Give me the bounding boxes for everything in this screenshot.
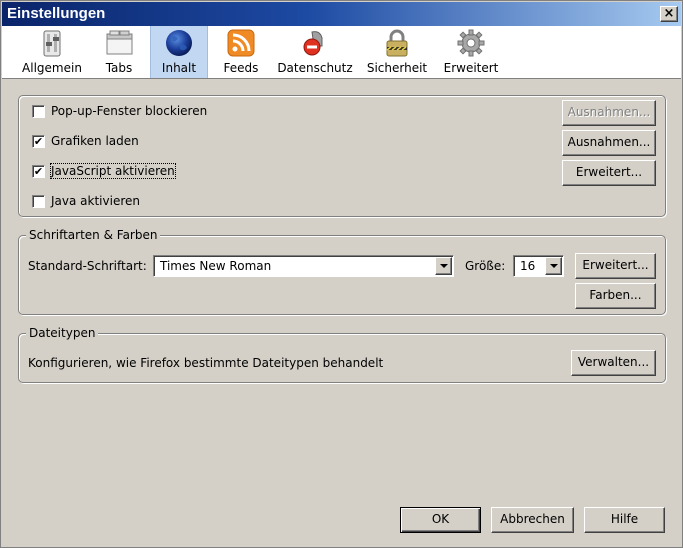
fonts-advanced-button[interactable]: Erweitert... bbox=[575, 253, 656, 279]
tab-feeds[interactable]: Feeds bbox=[210, 26, 272, 78]
tab-label: Sicherheit bbox=[366, 61, 428, 75]
file-types-description: Konfigurieren, wie Firefox bestimmte Dat… bbox=[28, 356, 384, 370]
enable-java-checkbox[interactable]: Java aktivieren bbox=[32, 193, 232, 211]
checkbox-box[interactable] bbox=[32, 105, 45, 118]
tab-label: Inhalt bbox=[161, 61, 197, 75]
font-size-select[interactable]: 16 bbox=[513, 255, 564, 277]
preferences-toolbar: Allgemein Tabs Inhalt Feeds Datenschutz … bbox=[2, 26, 681, 79]
font-size-value: 16 bbox=[520, 259, 536, 273]
content-options-group: Pop-up-Fenster blockieren Ausnahmen... ✔… bbox=[18, 95, 666, 217]
checkmark-icon: ✔ bbox=[33, 135, 44, 148]
popup-exceptions-button[interactable]: Ausnahmen... bbox=[562, 100, 656, 126]
tab-allgemein[interactable]: Allgemein bbox=[16, 26, 88, 78]
default-font-label: Standard-Schriftart: bbox=[28, 259, 147, 273]
checkbox-box[interactable]: ✔ bbox=[32, 165, 45, 178]
window-title: Einstellungen bbox=[7, 5, 106, 22]
no-entry-mask-icon bbox=[303, 31, 323, 56]
tabs-window-icon bbox=[106, 30, 133, 55]
default-font-value: Times New Roman bbox=[160, 259, 272, 273]
popup-blocker-label: Pop-up-Fenster blockieren bbox=[51, 104, 208, 118]
popup-blocker-checkbox[interactable]: Pop-up-Fenster blockieren bbox=[32, 103, 232, 121]
preferences-window: Einstellungen × Allgemein Tabs Inhalt Fe… bbox=[0, 0, 683, 548]
rss-feed-icon bbox=[227, 29, 255, 57]
checkmark-icon: ✔ bbox=[33, 165, 44, 178]
enable-javascript-label: JavaScript aktivieren bbox=[50, 163, 176, 179]
tab-tabs[interactable]: Tabs bbox=[90, 26, 148, 78]
default-font-select[interactable]: Times New Roman bbox=[153, 255, 454, 277]
cancel-button[interactable]: Abbrechen bbox=[491, 507, 574, 533]
fonts-colors-legend: Schriftarten & Farben bbox=[26, 228, 161, 242]
load-images-checkbox[interactable]: ✔ Grafiken laden bbox=[32, 133, 232, 151]
fonts-colors-group: Schriftarten & Farben Standard-Schriftar… bbox=[18, 228, 666, 315]
tab-label: Feeds bbox=[223, 61, 259, 75]
enable-java-label: Java aktivieren bbox=[51, 194, 140, 208]
checkbox-box[interactable]: ✔ bbox=[32, 135, 45, 148]
chevron-down-icon[interactable] bbox=[435, 257, 452, 275]
file-types-legend: Dateitypen bbox=[26, 326, 99, 340]
load-images-label: Grafiken laden bbox=[51, 134, 139, 148]
globe-icon bbox=[166, 30, 192, 56]
tab-sicherheit[interactable]: Sicherheit bbox=[362, 26, 432, 78]
tab-label: Allgemein bbox=[22, 61, 82, 75]
tab-inhalt[interactable]: Inhalt bbox=[150, 26, 208, 78]
close-icon: × bbox=[663, 6, 675, 21]
title-bar: Einstellungen × bbox=[2, 2, 681, 26]
tab-label: Tabs bbox=[105, 61, 133, 75]
tab-erweitert[interactable]: Erweitert bbox=[438, 26, 504, 78]
colors-button[interactable]: Farben... bbox=[575, 283, 656, 309]
enable-javascript-checkbox[interactable]: ✔ JavaScript aktivieren bbox=[32, 163, 232, 181]
tab-datenschutz[interactable]: Datenschutz bbox=[274, 26, 356, 78]
help-button[interactable]: Hilfe bbox=[584, 507, 665, 533]
manage-file-types-button[interactable]: Verwalten... bbox=[571, 350, 656, 376]
padlock-icon bbox=[386, 29, 408, 57]
images-exceptions-button[interactable]: Ausnahmen... bbox=[562, 130, 656, 156]
font-size-label: Größe: bbox=[465, 259, 506, 273]
tab-label: Datenschutz bbox=[277, 61, 353, 75]
javascript-advanced-button[interactable]: Erweitert... bbox=[562, 160, 656, 186]
close-button[interactable]: × bbox=[660, 6, 678, 22]
file-types-group: Dateitypen Konfigurieren, wie Firefox be… bbox=[18, 326, 666, 383]
gear-icon bbox=[457, 29, 485, 57]
chevron-down-icon[interactable] bbox=[545, 257, 562, 275]
switch-panel-icon bbox=[43, 30, 61, 57]
ok-button[interactable]: OK bbox=[400, 507, 481, 533]
checkbox-box[interactable] bbox=[32, 195, 45, 208]
tab-label: Erweitert bbox=[443, 61, 499, 75]
